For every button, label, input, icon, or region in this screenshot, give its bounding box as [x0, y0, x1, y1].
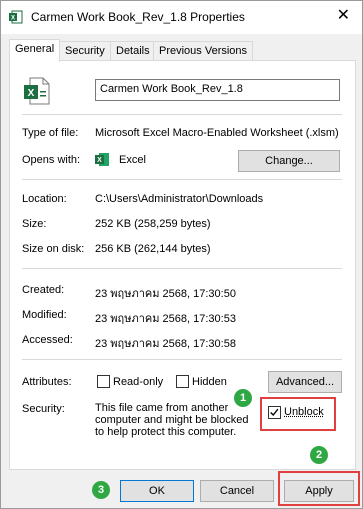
opens-with-value: Excel: [119, 154, 146, 166]
security-label: Security:: [22, 403, 65, 415]
divider: [22, 179, 342, 180]
size-on-disk-value: 256 KB (262,144 bytes): [95, 243, 211, 255]
svg-text:X: X: [28, 88, 35, 99]
advanced-button[interactable]: Advanced...: [268, 371, 342, 393]
step-2-badge: 2: [310, 446, 328, 464]
divider: [22, 359, 342, 360]
unblock-checkbox[interactable]: [268, 406, 281, 419]
accessed-value: 23 พฤษภาคม 2568, 17:30:58: [95, 338, 236, 350]
location-label: Location:: [22, 193, 67, 205]
change-button[interactable]: Change...: [238, 150, 340, 172]
type-label: Type of file:: [22, 127, 79, 139]
tab-details[interactable]: Details: [110, 41, 156, 61]
close-icon[interactable]: ✕: [337, 8, 350, 24]
step-3-badge: 3: [92, 481, 110, 499]
size-label: Size:: [22, 218, 47, 230]
ok-button[interactable]: OK: [120, 480, 194, 502]
apply-button[interactable]: Apply: [284, 480, 354, 502]
title-bar: X Carmen Work Book_Rev_1.8 Properties ✕: [1, 1, 362, 34]
excel-app-icon: X: [95, 153, 109, 166]
unblock-label[interactable]: Unblock: [284, 406, 324, 418]
attributes-label: Attributes:: [22, 376, 72, 388]
window-title: Carmen Work Book_Rev_1.8 Properties: [31, 10, 245, 24]
size-on-disk-label: Size on disk:: [22, 243, 85, 255]
tab-security[interactable]: Security: [59, 41, 111, 61]
modified-label: Modified:: [22, 309, 67, 321]
checkmark-icon: [270, 408, 279, 417]
readonly-checkbox[interactable]: [97, 375, 110, 388]
excel-file-icon: X: [9, 10, 23, 24]
general-panel: X Carmen Work Book_Rev_1.8 Type of file:…: [9, 60, 356, 470]
size-value: 252 KB (258,259 bytes): [95, 218, 211, 230]
modified-value: 23 พฤษภาคม 2568, 17:30:53: [95, 313, 236, 325]
file-name-input[interactable]: Carmen Work Book_Rev_1.8: [95, 79, 340, 101]
created-label: Created:: [22, 284, 65, 296]
security-message: This file came from another computer and…: [95, 402, 249, 438]
svg-text:X: X: [11, 16, 15, 22]
step-1-badge: 1: [234, 389, 252, 407]
type-value: Microsoft Excel Macro-Enabled Worksheet …: [95, 127, 339, 139]
properties-window: X Carmen Work Book_Rev_1.8 Properties ✕ …: [0, 0, 363, 509]
divider: [22, 268, 342, 269]
svg-text:X: X: [97, 157, 102, 164]
hidden-label[interactable]: Hidden: [192, 376, 227, 388]
accessed-label: Accessed:: [22, 334, 73, 346]
cancel-button[interactable]: Cancel: [200, 480, 274, 502]
location-value: C:\Users\Administrator\Downloads: [95, 193, 264, 205]
tab-previous-versions[interactable]: Previous Versions: [153, 41, 254, 61]
hidden-checkbox[interactable]: [176, 375, 189, 388]
excel-file-large-icon: X: [24, 77, 50, 105]
tab-general[interactable]: General: [9, 39, 61, 62]
created-value: 23 พฤษภาคม 2568, 17:30:50: [95, 288, 236, 300]
opens-with-label: Opens with:: [22, 154, 81, 166]
readonly-label[interactable]: Read-only: [113, 376, 163, 388]
divider: [22, 114, 342, 115]
